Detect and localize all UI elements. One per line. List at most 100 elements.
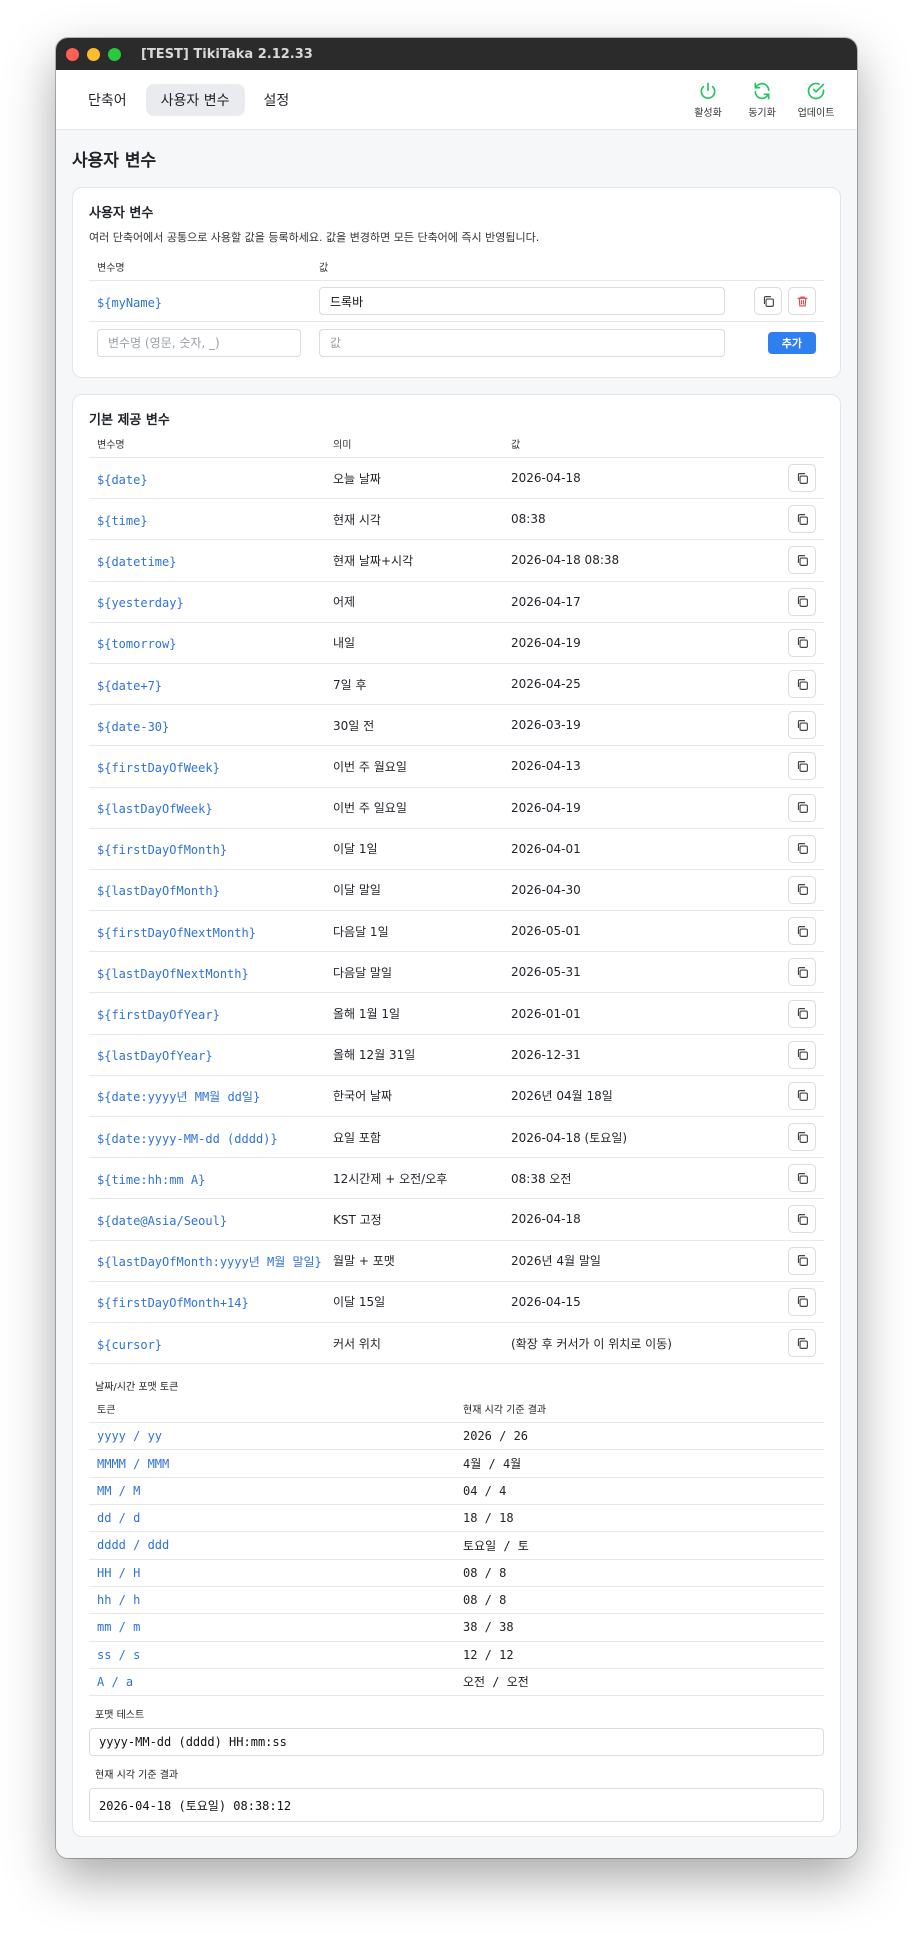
format-token-result: 12 / 12 (463, 1647, 514, 1662)
table-row: ${lastDayOfNextMonth} 다음달 말일 2026-05-31 (89, 952, 824, 994)
copy-button[interactable] (788, 587, 816, 616)
table-row: MMMM / MMM 4월 / 4월 (89, 1450, 824, 1478)
copy-icon (797, 884, 808, 896)
variable-meaning: 현재 날짜+시각 (333, 553, 414, 568)
copy-button[interactable] (788, 1329, 816, 1358)
variable-name: ${date:yyyy-MM-dd (dddd)} (97, 1131, 278, 1146)
tab-shortcuts[interactable]: 단축어 (73, 84, 142, 116)
user-variables-description: 여러 단축어에서 공통으로 사용할 값을 등록하세요. 값을 변경하면 모든 단… (89, 231, 540, 244)
variable-value: 2026-04-19 (511, 800, 581, 815)
copy-button[interactable] (788, 958, 816, 987)
tab-settings[interactable]: 설정 (249, 84, 305, 116)
copy-button[interactable] (788, 834, 816, 863)
copy-icon (797, 719, 808, 731)
table-row: ${firstDayOfMonth} 이달 1일 2026-04-01 (89, 829, 824, 870)
add-variable-button[interactable]: 추가 (767, 331, 816, 354)
variable-meaning: KST 고정 (333, 1212, 382, 1227)
table-row: ${lastDayOfMonth:yyyy년 M월 말일} 월말 + 포맷 2026… (89, 1241, 824, 1282)
table-row: ${time:hh:mm A} 12시간제 + 오전/오후 08:38 오전 (89, 1158, 824, 1200)
copy-button[interactable] (788, 628, 816, 657)
variable-value-input[interactable]: 드록바 (319, 287, 725, 315)
variable-name: ${cursor} (97, 1337, 163, 1352)
copy-button[interactable] (788, 1164, 816, 1193)
variable-meaning: 이달 말일 (333, 883, 381, 898)
copy-icon (797, 760, 808, 772)
copy-icon (797, 925, 808, 937)
user-variables-header: 변수명 값 (89, 259, 824, 281)
copy-button[interactable] (788, 711, 816, 740)
trash-icon (796, 295, 808, 307)
table-row: yyyy / yy 2026 / 26 (89, 1423, 824, 1451)
copy-button[interactable] (788, 1040, 816, 1069)
table-row: ${firstDayOfWeek} 이번 주 월요일 2026-04-13 (89, 746, 824, 788)
variable-name: ${firstDayOfMonth+14} (97, 1296, 249, 1311)
copy-button[interactable] (754, 287, 782, 315)
new-variable-value-input[interactable]: 값 (319, 328, 725, 357)
copy-icon (797, 596, 808, 608)
header-actions: 활성화 동기화 업데이트 (688, 81, 840, 119)
variable-name: ${date} (97, 472, 148, 487)
copy-button[interactable] (788, 1246, 816, 1275)
format-token-result: 08 / 8 (463, 1593, 507, 1608)
table-row: ${myName} 드록바 (89, 281, 824, 322)
copy-icon (797, 637, 808, 649)
maximize-window-button[interactable] (108, 47, 121, 61)
variable-meaning: 다음달 말일 (333, 965, 393, 980)
copy-button[interactable] (788, 917, 816, 946)
format-tokens-label: 날짜/시간 포맷 토큰 (95, 1382, 179, 1394)
format-tokens-list: yyyy / yy 2026 / 26 MMMM / MMM 4월 / 4월 MM / … (89, 1423, 824, 1697)
copy-button[interactable] (788, 670, 816, 699)
variable-meaning: 이달 15일 (333, 1295, 386, 1310)
copy-button[interactable] (788, 1081, 816, 1110)
column-header-name: 변수명 (97, 440, 125, 451)
copy-button[interactable] (788, 793, 816, 822)
copy-button[interactable] (788, 546, 816, 575)
table-row: A / a 오전 / 오전 (89, 1669, 824, 1697)
copy-button[interactable] (788, 999, 816, 1028)
variable-value: 2026-04-19 (511, 635, 581, 650)
variable-meaning: 올해 1월 1일 (333, 1007, 401, 1022)
format-token-result: 2026 / 26 (463, 1429, 529, 1444)
copy-icon (797, 802, 808, 814)
variable-value: 08:38 오전 (511, 1171, 572, 1186)
variable-meaning: 월말 + 포맷 (333, 1254, 395, 1269)
format-test-input[interactable]: yyyy-MM-dd (dddd) HH:mm:ss (89, 1728, 824, 1757)
copy-button[interactable] (788, 505, 816, 534)
copy-button[interactable] (788, 875, 816, 904)
close-window-button[interactable] (66, 47, 79, 61)
format-token: dd / d (97, 1511, 141, 1526)
copy-icon (763, 295, 774, 307)
delete-button[interactable] (788, 287, 816, 315)
new-variable-name-input[interactable]: 변수명 (영문, 숫자, _) (97, 328, 301, 357)
variable-name: ${lastDayOfNextMonth} (97, 966, 249, 981)
variable-meaning: 어제 (333, 595, 356, 610)
sync-button[interactable]: 동기화 (742, 81, 782, 119)
variable-meaning: 내일 (333, 636, 356, 651)
copy-button[interactable] (788, 1287, 816, 1316)
column-header-value: 값 (319, 263, 329, 274)
copy-button[interactable] (788, 752, 816, 781)
update-button[interactable]: 업데이트 (796, 81, 836, 119)
variable-value: 2026-04-25 (511, 677, 581, 692)
variable-value: 2026년 04월 18일 (511, 1089, 613, 1104)
variable-name: ${datetime} (97, 554, 177, 569)
variable-value: 2026-04-13 (511, 759, 581, 774)
copy-icon (797, 1049, 808, 1061)
copy-button[interactable] (788, 1205, 816, 1234)
copy-button[interactable] (788, 464, 816, 493)
table-row: mm / m 38 / 38 (89, 1614, 824, 1642)
variable-name: ${time:hh:mm A} (97, 1172, 206, 1187)
copy-icon (797, 472, 808, 484)
tab-bar: 단축어 사용자 변수 설정 (73, 83, 305, 116)
main-content: 사용자 변수 사용자 변수 여러 단축어에서 공통으로 사용할 값을 등록하세요… (56, 130, 857, 1858)
variable-meaning: 오늘 날짜 (333, 471, 381, 486)
table-row: ${date@Asia/Seoul} KST 고정 2026-04-18 (89, 1199, 824, 1241)
minimize-window-button[interactable] (87, 47, 100, 61)
copy-button[interactable] (788, 1123, 816, 1152)
format-result-label: 현재 시각 기준 결과 (95, 1770, 179, 1782)
variable-value: 2026-04-01 (511, 841, 581, 856)
tab-user-variables[interactable]: 사용자 변수 (145, 83, 245, 116)
table-row: ${date} 오늘 날짜 2026-04-18 (89, 458, 824, 500)
format-test-label: 포맷 테스트 (95, 1710, 145, 1722)
activate-button[interactable]: 활성화 (688, 81, 728, 119)
